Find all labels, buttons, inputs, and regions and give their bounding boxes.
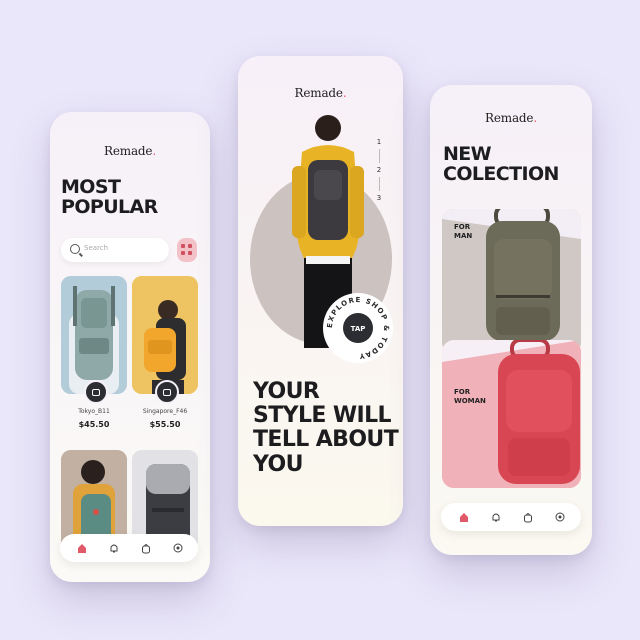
bag-icon[interactable] (140, 542, 152, 554)
category-card-man[interactable]: FOR MAN (442, 209, 581, 354)
pager-number: 3 (376, 194, 382, 202)
pager-number: 1 (376, 138, 382, 146)
badge-label: TAP (351, 325, 366, 333)
product-image-singapore (132, 276, 198, 394)
category-label-man: FOR MAN (454, 223, 473, 240)
add-to-bag-button[interactable] (155, 380, 179, 404)
search-icon (70, 244, 80, 254)
home-icon[interactable] (76, 542, 88, 554)
brand-logo: Remade. (104, 144, 156, 158)
hero-headline: YOUR STYLE WILL TELL ABOUT YOU (253, 379, 399, 477)
explore-shop-badge[interactable]: EXPLORE SHOP & TODAY TAP (322, 292, 394, 364)
brand-logo: Remade. (485, 111, 537, 125)
product-card-singapore[interactable] (132, 276, 198, 394)
product-price: $55.50 (149, 420, 181, 429)
bell-icon[interactable] (490, 511, 502, 523)
phone-screen-collection: Remade. NEW COLECTION FOR MAN FOR WOMAN (430, 85, 592, 555)
page-title: MOST POPULAR (61, 176, 158, 218)
bell-icon[interactable] (108, 542, 120, 554)
product-name: Singapore_F46 (142, 408, 188, 415)
search-input[interactable]: Search (61, 238, 169, 262)
settings-icon[interactable] (172, 542, 184, 554)
bottom-nav (441, 503, 581, 531)
category-card-woman[interactable]: FOR WOMAN (442, 340, 581, 488)
bag-icon[interactable] (522, 511, 534, 523)
page-title: NEW COLECTION (443, 143, 559, 185)
search-placeholder: Search (84, 244, 109, 252)
settings-icon[interactable] (554, 511, 566, 523)
phone-screen-popular: Remade. MOST POPULAR Search Tokyo_B11 $4… (50, 112, 210, 582)
home-icon[interactable] (458, 511, 470, 523)
bottom-nav (60, 534, 198, 562)
product-card-tokyo[interactable] (61, 276, 127, 394)
filter-button[interactable] (177, 238, 197, 262)
phone-screen-hero: Remade. 1 2 3 EXPLORE SHOP & TODAY TAP Y… (238, 56, 403, 526)
product-price: $45.50 (78, 420, 110, 429)
slide-pager[interactable]: 1 2 3 (374, 138, 384, 202)
add-to-bag-button[interactable] (84, 380, 108, 404)
product-name: Tokyo_B11 (78, 408, 110, 415)
backpack-woman-image (442, 340, 581, 488)
category-label-woman: FOR WOMAN (454, 388, 486, 405)
brand-logo: Remade. (294, 86, 347, 100)
pager-number: 2 (376, 166, 382, 174)
product-image-tokyo (61, 276, 127, 394)
